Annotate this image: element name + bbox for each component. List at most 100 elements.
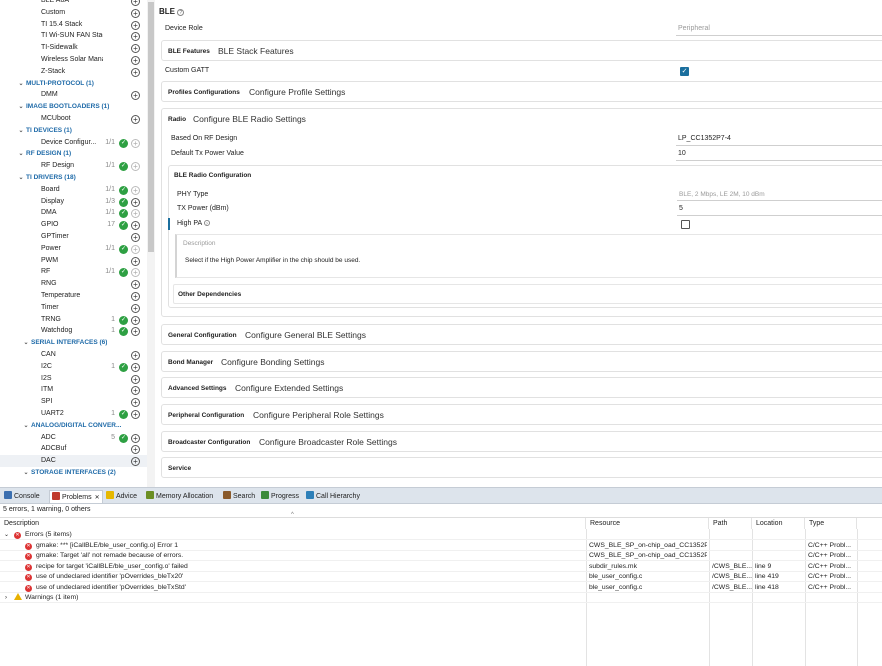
add-circle-icon[interactable]: + — [131, 209, 140, 219]
chevron-down-icon[interactable]: ⌄ — [23, 337, 29, 349]
help-circle-icon[interactable]: ? — [177, 9, 185, 16]
add-circle-icon[interactable]: + — [131, 433, 140, 443]
tree-group[interactable]: ⌄ STORAGE INTERFACES (2) — [0, 467, 147, 479]
tree-item[interactable]: Device Configur... 1/1 ✓ + — [0, 137, 147, 149]
profiles-section[interactable]: Profiles Configurations Configure Profil… — [161, 81, 882, 102]
tree-group[interactable]: ⌄ TI DEVICES (1) — [0, 125, 147, 137]
warnings-group-row[interactable]: › Warnings (1 item) — [0, 593, 882, 603]
section-title[interactable]: Radio — [168, 116, 186, 123]
tree-item[interactable]: PWM + — [0, 255, 147, 267]
device-role-value[interactable]: Peripheral — [678, 25, 710, 32]
tree-item[interactable]: Display 1/3 ✓ + — [0, 196, 147, 208]
add-circle-icon[interactable]: + — [131, 457, 140, 467]
add-circle-icon[interactable]: + — [131, 280, 140, 290]
add-circle-icon[interactable]: + — [131, 256, 140, 266]
add-circle-icon[interactable]: + — [131, 351, 140, 360]
tree-scrollbar-thumb[interactable] — [148, 2, 154, 252]
add-circle-icon[interactable]: + — [131, 115, 140, 124]
table-row[interactable]: ✕ recipe for target 'iCallBLE/ble_user_co… — [0, 562, 882, 572]
add-circle-icon[interactable]: + — [131, 0, 140, 6]
config-section[interactable]: General Configuration Configure General B… — [161, 324, 882, 345]
add-circle-icon[interactable]: + — [131, 398, 140, 408]
tab-console[interactable]: Console — [4, 490, 40, 503]
tree-item[interactable]: GPIO 17 ✓ + — [0, 219, 147, 231]
phy-type-value[interactable]: BLE, 2 Mbps, LE 2M, 10 dBm — [679, 191, 765, 198]
tree-item[interactable]: DAC + — [0, 455, 147, 468]
chevron-right-icon[interactable]: › — [5, 593, 7, 603]
tree-item[interactable]: ADCBuf + — [0, 443, 147, 455]
add-circle-icon[interactable]: + — [131, 233, 140, 242]
tree-item[interactable]: CAN + — [0, 349, 147, 361]
add-circle-icon[interactable]: + — [131, 56, 140, 65]
tree-item[interactable]: Board 1/1 ✓ + — [0, 184, 147, 196]
tree-item[interactable]: TI 15.4 Stack + — [0, 19, 147, 31]
chevron-down-icon[interactable]: ⌄ — [18, 172, 24, 184]
add-circle-icon[interactable]: + — [131, 8, 140, 18]
add-circle-icon[interactable]: + — [131, 44, 140, 54]
add-circle-icon[interactable]: + — [131, 221, 140, 231]
add-circle-icon[interactable]: + — [131, 327, 140, 337]
tree-item[interactable]: Timer + — [0, 302, 147, 314]
table-row[interactable]: ✕ gmake: Target 'all' not remade because … — [0, 551, 882, 561]
add-circle-icon[interactable]: + — [131, 91, 140, 101]
tree-item[interactable]: ADC 5 ✓ + — [0, 432, 147, 444]
table-row[interactable]: ✕ use of undeclared identifier 'pOverride… — [0, 572, 882, 582]
tree-item[interactable]: Z-Stack + — [0, 66, 147, 78]
close-icon[interactable]: ✕ — [95, 495, 100, 501]
other-dependencies[interactable]: Other Dependencies — [173, 284, 882, 304]
add-circle-icon[interactable]: + — [131, 374, 140, 384]
tree-item[interactable]: I2C 1 ✓ + — [0, 361, 147, 373]
high-pa-checkbox[interactable] — [681, 220, 690, 229]
tree-scrollbar[interactable] — [147, 0, 155, 487]
ble-features-section[interactable]: BLE Features BLE Stack Features — [161, 40, 882, 61]
add-circle-icon[interactable]: + — [131, 445, 140, 455]
tree-item[interactable]: DMM + — [0, 89, 147, 101]
tree-group[interactable]: ⌄ RF DESIGN (1) — [0, 148, 147, 160]
chevron-down-icon[interactable]: ⌄ — [4, 530, 9, 540]
add-circle-icon[interactable]: + — [131, 138, 140, 148]
add-circle-icon[interactable]: + — [131, 162, 140, 172]
column-header[interactable]: Description — [0, 518, 586, 529]
tree-item[interactable]: Watchdog 1 ✓ + — [0, 325, 147, 337]
add-circle-icon[interactable]: + — [131, 197, 140, 207]
add-circle-icon[interactable]: + — [131, 67, 140, 77]
tree-item[interactable]: SPI + — [0, 396, 147, 408]
tree-item[interactable]: UART2 1 ✓ + — [0, 408, 147, 420]
config-section[interactable]: Peripheral Configuration Configure Periph… — [161, 404, 882, 425]
tree-item[interactable]: MCUboot + — [0, 113, 147, 125]
based-on-rf-design-value[interactable]: LP_CC1352P7-4 — [678, 135, 731, 142]
config-section[interactable]: Broadcaster Configuration Configure Broad… — [161, 431, 882, 452]
help-circle-icon[interactable]: ? — [203, 220, 210, 226]
tree-group[interactable]: ⌄ TI DRIVERS (18) — [0, 172, 147, 184]
chevron-down-icon[interactable]: ⌄ — [18, 78, 24, 90]
add-circle-icon[interactable]: + — [131, 32, 140, 42]
tab-advice[interactable]: Advice — [106, 490, 137, 503]
tree-item[interactable]: Custom + — [0, 7, 147, 19]
tree-item[interactable]: ITM + — [0, 384, 147, 396]
tree-item[interactable]: TI Wi-SUN FAN Stack + — [0, 30, 147, 42]
tree-item[interactable]: TRNG 1 ✓ + — [0, 314, 147, 326]
tree-group[interactable]: ⌄ ANALOG/DIGITAL CONVER... — [0, 420, 147, 432]
tree-item[interactable]: Temperature + — [0, 290, 147, 302]
chevron-down-icon[interactable]: ⌄ — [18, 101, 24, 113]
column-header[interactable]: Location — [752, 518, 805, 529]
column-header[interactable]: Resource — [586, 518, 709, 529]
errors-group-row[interactable]: ⌄ ✕ Errors (5 items) — [0, 530, 882, 540]
tree-item[interactable]: RF Design 1/1 ✓ + — [0, 160, 147, 172]
config-section[interactable]: Bond Manager Configure Bonding Settings — [161, 351, 882, 372]
chevron-down-icon[interactable]: ⌄ — [23, 420, 29, 432]
tab-memory-allocation[interactable]: Memory Allocation — [146, 490, 213, 503]
custom-gatt-checkbox[interactable]: ✓ — [680, 67, 689, 76]
tree-item[interactable]: TI-Sidewalk + — [0, 42, 147, 54]
table-row[interactable]: ✕ gmake: *** [iCallBLE/ble_user_config.o]… — [0, 541, 882, 551]
add-circle-icon[interactable]: + — [131, 303, 140, 313]
tab-problems[interactable]: Problems ✕ — [49, 490, 103, 503]
tree-item[interactable]: I2S + — [0, 373, 147, 385]
default-tx-power-value[interactable]: 10 — [678, 150, 686, 157]
tree-item[interactable]: Wireless Solar Managem... + — [0, 54, 147, 66]
add-circle-icon[interactable]: + — [131, 268, 140, 278]
config-section[interactable]: Service — [161, 457, 882, 478]
add-circle-icon[interactable]: + — [131, 292, 140, 301]
tab-call-hierarchy[interactable]: Call Hierarchy — [306, 490, 360, 503]
add-circle-icon[interactable]: + — [131, 20, 140, 30]
